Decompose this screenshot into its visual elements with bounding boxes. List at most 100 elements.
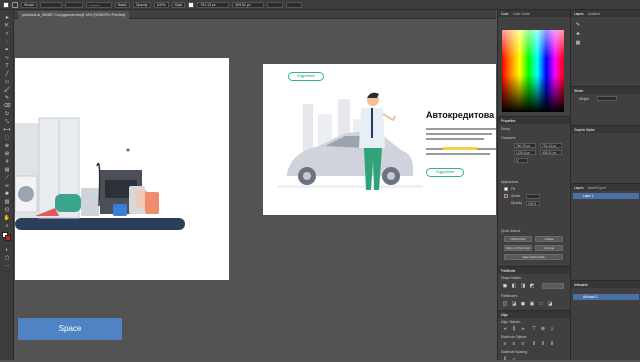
distribute-hcenter-icon[interactable]: ⦀ [540,341,546,347]
graphic-styles-title[interactable]: Graphic Styles [574,128,595,132]
screen-mode-icon[interactable]: ▢ [3,254,11,261]
unite-icon[interactable]: ◼ [502,283,508,289]
divide-icon[interactable]: ◫ [502,301,508,307]
zoom-tool-icon[interactable]: ⌕ [3,222,11,229]
merge-icon[interactable]: ◼ [520,301,526,307]
eraser-tool-icon[interactable]: ⌫ [3,102,11,109]
pencil-tool-icon[interactable]: ✎ [3,94,11,101]
magic-wand-tool-icon[interactable]: ✧ [3,30,11,37]
distribute-right-icon[interactable]: ⦀ [549,341,555,347]
shape-builder-tool-icon[interactable]: ⊕ [3,142,11,149]
swatches-icon[interactable]: ▦ [575,40,581,46]
document-tab[interactable]: plunbook.ai_384657 Сотрудничество@ 16% (… [18,11,130,19]
outline-icon[interactable]: □ [538,301,544,307]
stroke-color-swatch[interactable] [5,235,11,241]
stroke-weight-field[interactable] [526,194,540,199]
align-bottom-icon[interactable]: ⊥ [549,326,555,332]
intersect-icon[interactable]: ◨ [520,283,526,289]
color-spectrum[interactable] [502,30,564,112]
fill-swatch[interactable] [504,187,508,191]
rotate-field[interactable]: 0° [514,158,528,163]
pen-tool-icon[interactable]: ✒ [3,46,11,53]
tab-layers[interactable]: Layers [574,186,584,190]
gradient-tool-icon[interactable]: ▤ [3,166,11,173]
distribute-vcenter-icon[interactable]: ≡ [511,341,517,347]
align-top-icon[interactable]: ⊤ [531,326,537,332]
stroke-weight-field[interactable] [40,1,63,8]
arrange-button[interactable]: Arrange [535,245,563,251]
exclude-icon[interactable]: ◩ [529,283,535,289]
distribute-top-icon[interactable]: ≡ [502,341,508,347]
align-right-icon[interactable]: ⫸ [520,326,526,332]
blend-tool-icon[interactable]: ∞ [3,182,11,189]
artboard-car-loan[interactable]: Подробнее Автокредитова Подробнее [263,64,496,215]
fill-swatch[interactable] [3,1,9,8]
artboards-title[interactable]: Artboards [574,283,588,287]
artboard-row[interactable]: Artboard 1 [573,294,639,300]
tab-layers-top[interactable]: Layers [574,12,584,16]
perspective-grid-tool-icon[interactable]: ⊞ [3,150,11,157]
paintbrush-tool-icon[interactable]: 🖌 [3,86,11,93]
offset-path-button[interactable]: Offset Path [504,236,532,242]
tab-color-guide[interactable]: Color Guide [513,12,530,16]
tab-asset-export[interactable]: Asset Export [588,186,606,190]
direct-selection-tool-icon[interactable]: ⇱ [3,22,11,29]
stroke-title[interactable]: Stroke [574,89,583,93]
drawing-modes-icon[interactable]: ◐ [3,246,11,253]
distribute-h-spacing-icon[interactable]: ⇔ [511,356,517,362]
align-title[interactable]: Align [501,313,508,317]
trim-icon[interactable]: ◪ [511,301,517,307]
curvature-tool-icon[interactable]: ∿ [3,54,11,61]
align-vcenter-icon[interactable]: ⊕ [540,326,546,332]
minus-front-icon[interactable]: ◧ [511,283,517,289]
opacity-field[interactable]: 100% [153,1,169,8]
variable-width-dropdown[interactable] [65,1,84,8]
rotate-tool-icon[interactable]: ↻ [3,110,11,117]
align-to-pixel-grid-button[interactable]: Align to Pixel Grid [504,245,532,251]
expand-button[interactable] [542,283,564,289]
w-field[interactable]: 791.13 px [197,1,230,8]
distribute-v-spacing-icon[interactable]: ⇕ [502,356,508,362]
free-transform-tool-icon[interactable]: ⬚ [3,134,11,141]
column-graph-tool-icon[interactable]: ▥ [3,198,11,205]
x-field[interactable]: 760.29 px [514,143,536,148]
scale-tool-icon[interactable]: ⤡ [3,118,11,125]
y-field[interactable]: 1226.8 px [514,150,536,155]
symbol-sprayer-tool-icon[interactable]: ✺ [3,190,11,197]
distribute-left-icon[interactable]: ⦀ [531,341,537,347]
h-field[interactable]: 405.51 px [540,150,562,155]
eyedropper-tool-icon[interactable]: ⟋ [3,174,11,181]
selection-tool-icon[interactable]: ➤ [3,14,11,21]
edit-toolbar-icon[interactable]: ··· [3,262,11,269]
h-field[interactable]: 405.51 px [232,1,265,8]
weight-field[interactable] [597,96,617,101]
properties-title[interactable]: Properties [501,119,516,123]
rectangle-tool-icon[interactable]: ▭ [3,78,11,85]
width-tool-icon[interactable]: ⟷ [3,126,11,133]
line-tool-icon[interactable]: ╱ [3,70,11,77]
transform-button[interactable] [267,1,284,8]
minus-back-icon[interactable]: ◪ [547,301,553,307]
lasso-tool-icon[interactable]: ◌ [3,38,11,45]
mesh-tool-icon[interactable]: # [3,158,11,165]
pathfinder-title[interactable]: Pathfinder [501,269,516,273]
arrange-documents-button[interactable] [286,1,303,8]
stroke-swatch[interactable] [504,194,508,198]
brush-definition-dropdown[interactable]: ——— [86,1,113,8]
hand-tool-icon[interactable]: ✋ [3,214,11,221]
stroke-swatch[interactable] [12,1,18,8]
distribute-bottom-icon[interactable]: ≡ [520,341,526,347]
w-field[interactable]: 791.13 px [540,143,562,148]
artboard-tool-icon[interactable]: ⊡ [3,206,11,213]
align-hcenter-icon[interactable]: ⫼ [511,326,517,332]
symbols-icon[interactable]: ♣ [575,31,581,37]
isolate-button[interactable]: Isolate [535,236,563,242]
opacity-field[interactable]: 100% [526,201,540,206]
align-left-icon[interactable]: ⫷ [502,326,508,332]
tab-color[interactable]: Color [501,12,509,16]
tab-gradient[interactable]: Gradient [588,12,600,16]
layer-row[interactable]: Layer 1 [573,193,639,199]
crop-icon[interactable]: ▣ [529,301,535,307]
style-swatch[interactable] [188,1,195,8]
brushes-icon[interactable]: ✎ [575,22,581,28]
